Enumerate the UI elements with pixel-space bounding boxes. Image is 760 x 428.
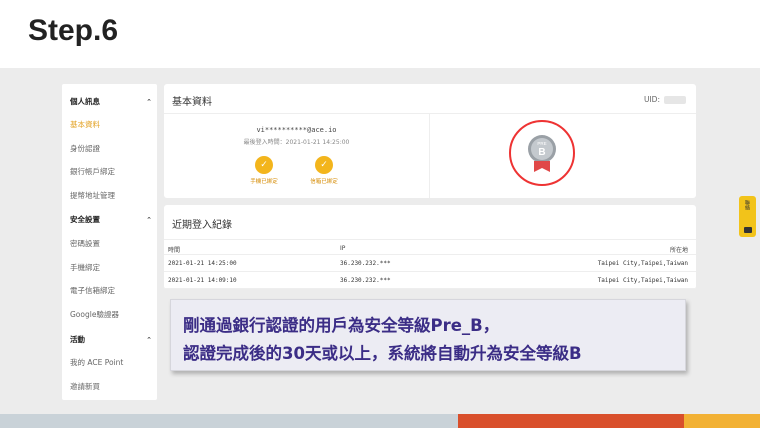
sidebar-section-label: 個人訊息 bbox=[70, 97, 100, 106]
contact-side-tab[interactable]: 聯絡 bbox=[739, 196, 756, 237]
mail-icon bbox=[743, 227, 752, 233]
chevron-up-icon: ⌃ bbox=[146, 335, 152, 344]
explanation-callout: 剛通過銀行認證的用戶為安全等級Pre_B， 認證完成後的30天或以上，系統將自動… bbox=[170, 299, 686, 371]
pre-b-badge-icon: PRE B bbox=[528, 135, 556, 172]
table-row: 2021-01-21 14:25:00 36.230.232.*** Taipe… bbox=[164, 255, 696, 272]
login-records-card: 近期登入紀錄 時間 IP 所在地 2021-01-21 14:25:00 36.… bbox=[164, 205, 696, 289]
sidebar-section-label: 安全設置 bbox=[70, 215, 100, 224]
user-email: vi**********@ace.io bbox=[256, 126, 337, 134]
slide-footer-bar bbox=[0, 414, 760, 428]
sidebar-item-password[interactable]: 密碼設置 bbox=[70, 238, 152, 249]
sidebar: 個人訊息 ⌃ 基本資料 身份認證 銀行帳戶綁定 提幣地址管理 安全設置 ⌃ 密碼… bbox=[62, 84, 157, 400]
phone-icon: ✓ bbox=[255, 156, 273, 174]
sidebar-item-identity[interactable]: 身份認證 bbox=[70, 143, 152, 154]
sidebar-item-withdraw-address[interactable]: 提幣地址管理 bbox=[70, 190, 152, 201]
callout-line-1: 剛通過銀行認證的用戶為安全等級Pre_B， bbox=[183, 316, 500, 335]
sidebar-item-email[interactable]: 電子信箱綁定 bbox=[70, 285, 152, 296]
sidebar-item-invite[interactable]: 邀請新買 bbox=[70, 381, 152, 392]
phone-bound-status: ✓ 手機已綁定 bbox=[244, 156, 284, 185]
sidebar-section-label: 活動 bbox=[70, 335, 85, 344]
chevron-up-icon: ⌃ bbox=[146, 97, 152, 106]
sidebar-item-bank[interactable]: 銀行帳戶綁定 bbox=[70, 166, 152, 177]
sidebar-item-ace-point[interactable]: 我的 ACE Point bbox=[70, 357, 152, 368]
sidebar-item-google-auth[interactable]: Google驗證器 bbox=[70, 309, 152, 320]
badge-letter: B bbox=[538, 147, 545, 158]
sidebar-item-basic-info[interactable]: 基本資料 bbox=[70, 119, 152, 130]
uid-redacted bbox=[664, 96, 686, 104]
sidebar-item-phone[interactable]: 手機綁定 bbox=[70, 262, 152, 273]
security-level-highlight: PRE B bbox=[509, 120, 575, 186]
badge-top-text: PRE bbox=[537, 141, 546, 146]
card-header: 基本資料 UID: bbox=[164, 84, 696, 114]
uid: UID: bbox=[644, 95, 686, 104]
email-bound-status: ✓ 信箱已綁定 bbox=[304, 156, 344, 185]
chevron-up-icon: ⌃ bbox=[146, 215, 152, 224]
profile-card: 基本資料 UID: vi**********@ace.io 最後登入時間：202… bbox=[164, 84, 696, 198]
sidebar-section-personal[interactable]: 個人訊息 ⌃ bbox=[70, 96, 152, 107]
sidebar-section-activity[interactable]: 活動 ⌃ bbox=[70, 334, 152, 345]
sidebar-section-security[interactable]: 安全設置 ⌃ bbox=[70, 214, 152, 225]
table-row: 2021-01-21 14:09:10 36.230.232.*** Taipe… bbox=[164, 272, 696, 289]
table-header: 時間 IP 所在地 bbox=[164, 239, 696, 255]
card-title: 基本資料 bbox=[172, 97, 212, 108]
mail-icon: ✓ bbox=[315, 156, 333, 174]
divider bbox=[429, 114, 430, 198]
last-login: 最後登入時間：2021-01-21 14:25:00 bbox=[243, 139, 350, 146]
slide-title: Step.6 bbox=[28, 14, 119, 47]
side-tab-label: 聯絡 bbox=[744, 200, 750, 210]
callout-line-2: 認證完成後的30天或以上，系統將自動升為安全等級B bbox=[183, 344, 582, 363]
card-title: 近期登入紀錄 bbox=[172, 220, 232, 231]
